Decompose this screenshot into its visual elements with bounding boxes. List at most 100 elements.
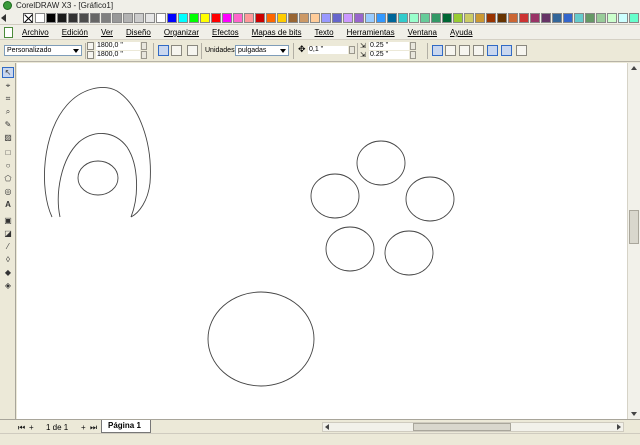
horizontal-scrollbar[interactable]	[322, 422, 624, 432]
menu-mapas-de-bits[interactable]: Mapas de bits	[252, 28, 302, 37]
palette-swatch[interactable]	[178, 13, 188, 23]
circle-bottom-right[interactable]	[384, 230, 434, 276]
palette-swatch[interactable]	[541, 13, 551, 23]
smart-fill-tool-icon[interactable]: ▨	[2, 132, 14, 143]
palette-swatch[interactable]	[321, 13, 331, 23]
palette-swatch[interactable]	[123, 13, 133, 23]
palette-swatch[interactable]	[211, 13, 221, 23]
nudge-distance-field[interactable]: 0,1 "	[308, 46, 348, 54]
ellipse-tool-icon[interactable]: ○	[2, 160, 14, 171]
palette-swatch[interactable]	[596, 13, 606, 23]
add-page-before-icon[interactable]: +	[29, 423, 34, 432]
dynamic-guides-icon[interactable]	[473, 45, 484, 56]
small-oval-shape[interactable]	[77, 160, 119, 196]
treat-as-filled-icon[interactable]	[487, 45, 498, 56]
menu-diseno[interactable]: Diseño	[126, 28, 151, 37]
palette-swatch[interactable]	[618, 13, 628, 23]
circle-left[interactable]	[310, 173, 360, 219]
menu-ventana[interactable]: Ventana	[408, 28, 437, 37]
page-size-select[interactable]: Personalizado	[4, 45, 82, 56]
zoom-tool-icon[interactable]: ⌕	[2, 106, 14, 117]
palette-swatch[interactable]	[189, 13, 199, 23]
duplicate-y-field[interactable]: 0.25 "	[369, 51, 409, 59]
scroll-up-icon[interactable]	[631, 66, 637, 70]
palette-swatch[interactable]	[486, 13, 496, 23]
snap-to-guidelines-icon[interactable]	[445, 45, 456, 56]
drawing-canvas[interactable]	[17, 63, 627, 419]
vertical-scroll-thumb[interactable]	[629, 210, 639, 244]
nudge-spinner[interactable]	[349, 46, 355, 54]
palette-swatch[interactable]	[442, 13, 452, 23]
document-icon[interactable]	[4, 27, 13, 38]
palette-swatch[interactable]	[244, 13, 254, 23]
first-page-icon[interactable]: ⏮	[18, 423, 25, 433]
palette-swatch[interactable]	[112, 13, 122, 23]
last-page-icon[interactable]: ⏭	[90, 423, 97, 433]
palette-swatch[interactable]	[46, 13, 56, 23]
outer-teardrop-shape[interactable]	[44, 87, 151, 218]
outline-tool-icon[interactable]: ◊	[2, 254, 14, 265]
duplicate-x-spinner[interactable]	[410, 42, 416, 50]
palette-swatch[interactable]	[222, 13, 232, 23]
page-height-spinner[interactable]	[141, 51, 147, 59]
no-color-swatch[interactable]	[23, 13, 33, 23]
spiral-tool-icon[interactable]: ◎	[2, 186, 14, 197]
scroll-left-icon[interactable]	[325, 424, 329, 430]
portrait-icon[interactable]	[158, 45, 169, 56]
palette-swatch[interactable]	[35, 13, 45, 23]
palette-swatch[interactable]	[365, 13, 375, 23]
horizontal-scroll-thumb[interactable]	[413, 423, 511, 431]
palette-swatch[interactable]	[497, 13, 507, 23]
interactive-fill-tool-icon[interactable]: ◈	[2, 280, 14, 291]
palette-swatch[interactable]	[464, 13, 474, 23]
page-height-field[interactable]: 1800,0 "	[96, 51, 140, 59]
palette-swatch[interactable]	[134, 13, 144, 23]
palette-swatch[interactable]	[277, 13, 287, 23]
palette-swatch[interactable]	[156, 13, 166, 23]
palette-swatch[interactable]	[90, 13, 100, 23]
landscape-icon[interactable]	[171, 45, 182, 56]
menu-herramientas[interactable]: Herramientas	[347, 28, 395, 37]
palette-swatch[interactable]	[420, 13, 430, 23]
palette-swatch[interactable]	[519, 13, 529, 23]
palette-swatch[interactable]	[398, 13, 408, 23]
palette-swatch[interactable]	[343, 13, 353, 23]
palette-swatch[interactable]	[530, 13, 540, 23]
palette-swatch[interactable]	[57, 13, 67, 23]
pick-tool-icon[interactable]: ↖	[2, 67, 14, 78]
palette-swatch[interactable]	[167, 13, 177, 23]
palette-swatch[interactable]	[145, 13, 155, 23]
palette-swatch[interactable]	[376, 13, 386, 23]
circle-bottom-left[interactable]	[325, 226, 375, 272]
menu-texto[interactable]: Texto	[314, 28, 333, 37]
page-tab-1[interactable]: Página 1	[101, 420, 151, 433]
palette-swatch[interactable]	[574, 13, 584, 23]
palette-swatch[interactable]	[563, 13, 573, 23]
palette-swatch[interactable]	[233, 13, 243, 23]
duplicate-x-field[interactable]: 0.25 "	[369, 42, 409, 50]
interactive-blend-tool-icon[interactable]: ▣	[2, 215, 14, 226]
text-tool-icon[interactable]: A	[2, 199, 14, 210]
circle-right[interactable]	[405, 176, 455, 222]
page-width-field[interactable]: 1800,0 "	[96, 42, 140, 50]
palette-swatch[interactable]	[68, 13, 78, 23]
palette-swatch[interactable]	[475, 13, 485, 23]
palette-swatch[interactable]	[79, 13, 89, 23]
add-page-after-icon[interactable]: +	[81, 423, 86, 432]
circle-top[interactable]	[356, 140, 406, 186]
palette-swatch[interactable]	[387, 13, 397, 23]
duplicate-y-spinner[interactable]	[410, 51, 416, 59]
palette-swatch[interactable]	[453, 13, 463, 23]
palette-swatch[interactable]	[585, 13, 595, 23]
menu-ayuda[interactable]: Ayuda	[450, 28, 473, 37]
coreldraw-app-icon[interactable]	[3, 1, 12, 10]
menu-efectos[interactable]: Efectos	[212, 28, 239, 37]
rectangle-tool-icon[interactable]: □	[2, 147, 14, 158]
scroll-right-icon[interactable]	[617, 424, 621, 430]
palette-swatch[interactable]	[332, 13, 342, 23]
palette-swatch[interactable]	[200, 13, 210, 23]
palette-swatch[interactable]	[101, 13, 111, 23]
palette-swatch[interactable]	[288, 13, 298, 23]
palette-swatch[interactable]	[266, 13, 276, 23]
vertical-scrollbar[interactable]	[627, 63, 640, 419]
